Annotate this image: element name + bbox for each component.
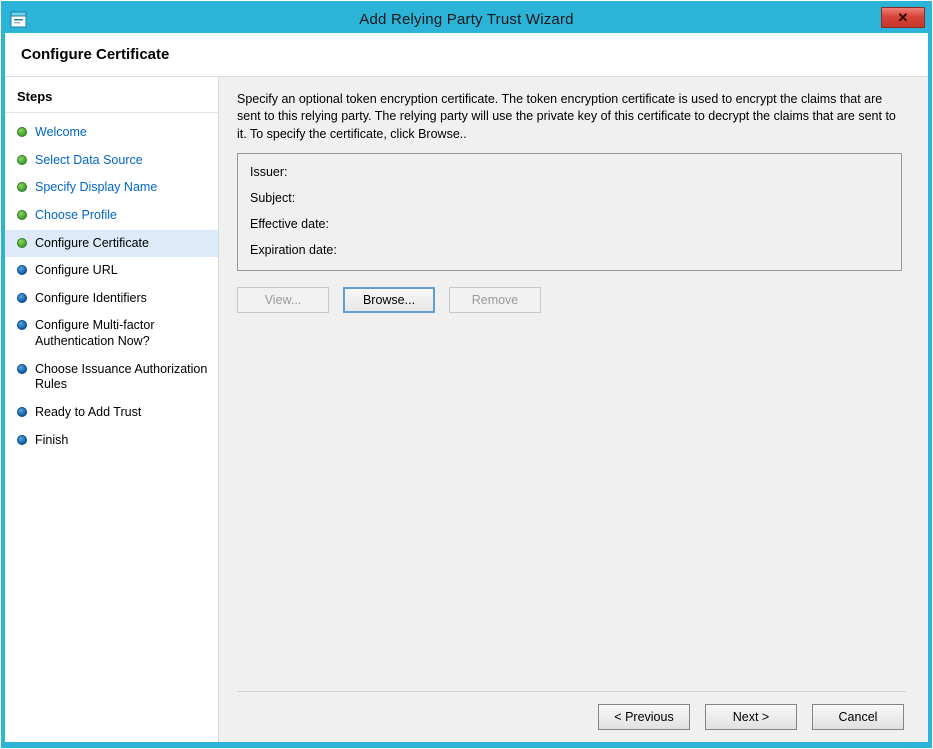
sidebar-step-welcome[interactable]: Welcome (5, 119, 218, 147)
wizard-icon (8, 9, 28, 29)
sidebar-step-choose-issuance-authorization-rules: Choose Issuance Authorization Rules (5, 356, 218, 399)
pending-step-bullet-icon (17, 407, 27, 417)
close-button[interactable]: ✕ (881, 7, 925, 28)
sidebar-step-configure-identifiers: Configure Identifiers (5, 285, 218, 313)
completed-step-bullet-icon (17, 238, 27, 248)
instructions-text: Specify an optional token encryption cer… (237, 91, 906, 143)
steps-list: Welcome Select Data Source Specify Display… (5, 119, 218, 454)
page-title: Configure Certificate (21, 46, 169, 63)
step-label: Ready to Add Trust (35, 405, 141, 421)
pending-step-bullet-icon (17, 435, 27, 445)
view-button[interactable]: View... (237, 287, 329, 313)
main-content: Specify an optional token encryption cer… (219, 77, 928, 742)
step-label: Choose Profile (35, 208, 117, 224)
step-label: Welcome (35, 125, 87, 141)
wizard-window: Add Relying Party Trust Wizard ✕ Configu… (1, 1, 932, 748)
wizard-body: Steps Welcome Select Data Source Specify D… (5, 77, 928, 742)
completed-step-bullet-icon (17, 210, 27, 220)
cancel-button[interactable]: Cancel (812, 704, 904, 730)
step-label: Configure Certificate (35, 236, 149, 252)
previous-button[interactable]: < Previous (598, 704, 690, 730)
steps-heading: Steps (5, 87, 218, 113)
step-label: Configure Multi-factor Authentication No… (35, 318, 210, 349)
sidebar-step-configure-multi-factor-authentication-now: Configure Multi-factor Authentication No… (5, 312, 218, 355)
next-button[interactable]: Next > (705, 704, 797, 730)
close-icon: ✕ (898, 10, 909, 25)
certificate-field-label: Subject: (250, 191, 295, 205)
completed-step-bullet-icon (17, 155, 27, 165)
step-label: Configure URL (35, 263, 118, 279)
step-label: Specify Display Name (35, 180, 157, 196)
sidebar-step-specify-display-name[interactable]: Specify Display Name (5, 174, 218, 202)
sidebar-step-choose-profile[interactable]: Choose Profile (5, 202, 218, 230)
certificate-field-label: Effective date: (250, 217, 329, 231)
certificate-field-expiration-date: Expiration date: (250, 240, 889, 266)
completed-step-bullet-icon (17, 127, 27, 137)
step-label: Configure Identifiers (35, 291, 147, 307)
certificate-field-effective-date: Effective date: (250, 214, 889, 240)
page-header: Configure Certificate (5, 33, 928, 77)
titlebar: Add Relying Party Trust Wizard ✕ (5, 5, 928, 33)
step-label: Finish (35, 433, 68, 449)
pending-step-bullet-icon (17, 320, 27, 330)
certificate-actions: View... Browse... Remove (237, 287, 906, 313)
certificate-field-label: Expiration date: (250, 243, 337, 257)
sidebar-step-configure-url: Configure URL (5, 257, 218, 285)
pending-step-bullet-icon (17, 364, 27, 374)
sidebar-step-ready-to-add-trust: Ready to Add Trust (5, 399, 218, 427)
step-label: Select Data Source (35, 153, 143, 169)
remove-button[interactable]: Remove (449, 287, 541, 313)
sidebar-step-finish: Finish (5, 427, 218, 455)
certificate-field-label: Issuer: (250, 165, 288, 179)
certificate-field-issuer: Issuer: (250, 162, 889, 188)
wizard-footer: < Previous Next > Cancel (237, 691, 906, 742)
sidebar-step-select-data-source[interactable]: Select Data Source (5, 147, 218, 175)
window-title: Add Relying Party Trust Wizard (5, 11, 928, 28)
pending-step-bullet-icon (17, 265, 27, 275)
step-label: Choose Issuance Authorization Rules (35, 362, 210, 393)
certificate-info-box: Issuer: Subject: Effective date: Expiration… (237, 153, 902, 271)
sidebar-step-configure-certificate: Configure Certificate (5, 230, 218, 258)
pending-step-bullet-icon (17, 293, 27, 303)
steps-sidebar: Steps Welcome Select Data Source Specify D… (5, 77, 219, 742)
browse-button[interactable]: Browse... (343, 287, 435, 313)
certificate-field-subject: Subject: (250, 188, 889, 214)
completed-step-bullet-icon (17, 182, 27, 192)
